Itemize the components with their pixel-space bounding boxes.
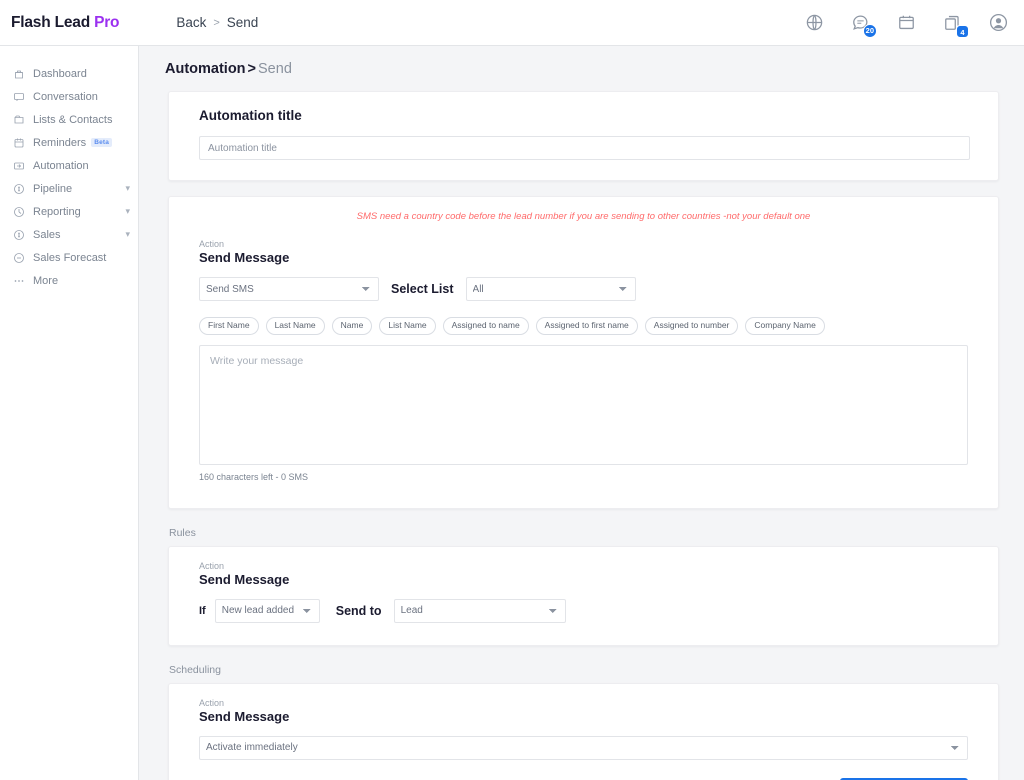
schedule-select[interactable]: Activate immediately <box>199 735 968 760</box>
merge-tag-chip[interactable]: Last Name <box>265 317 325 335</box>
character-counter: 160 characters left - 0 SMS <box>199 471 309 482</box>
app-logo[interactable]: Flash Lead Pro <box>11 13 120 32</box>
sidebar-item-reporting[interactable]: Reporting ▾ <box>0 200 138 223</box>
scheduling-card: Action Send Message Activate immediately… <box>168 682 999 780</box>
logo-primary-text: Flash Lead <box>11 13 90 31</box>
sidebar-item-dashboard[interactable]: Dashboard <box>0 62 138 85</box>
sidebar-item-conversation[interactable]: Conversation <box>0 85 138 108</box>
automation-title-card: Automation title <box>168 91 999 181</box>
action-label: Action <box>199 697 225 708</box>
calendar-icon[interactable] <box>894 11 918 35</box>
sidebar-label: Dashboard <box>33 67 87 80</box>
globe-icon[interactable] <box>802 11 826 35</box>
action-title: Send Message <box>199 250 290 266</box>
breadcrumb-root[interactable]: Automation <box>165 61 246 77</box>
send-to-select[interactable]: Lead <box>393 598 566 623</box>
merge-tag-chip[interactable]: Assigned to name <box>442 317 529 335</box>
chevron-down-icon[interactable]: ▾ <box>125 207 130 216</box>
merge-tag-chip[interactable]: First Name <box>199 317 259 335</box>
reminders-icon <box>12 136 25 149</box>
action-title: Send Message <box>199 708 290 724</box>
sidebar-label: Pipeline <box>33 182 73 195</box>
sidebar-label: Sales Forecast <box>33 251 107 264</box>
merge-tag-chips: First Name Last Name Name List Name Assi… <box>199 317 968 335</box>
message-textarea[interactable] <box>199 344 968 465</box>
scheduling-section-heading: Scheduling <box>169 663 221 676</box>
copy-badge: 4 <box>956 24 969 38</box>
action-type-select[interactable]: Send SMS <box>199 277 379 302</box>
sidebar-item-more[interactable]: More <box>0 269 138 292</box>
sales-forecast-icon <box>12 251 25 264</box>
action-label: Action <box>199 560 225 571</box>
more-icon <box>12 274 25 287</box>
account-icon[interactable] <box>986 11 1010 35</box>
breadcrumb-separator-icon: > <box>213 16 220 29</box>
sidebar-item-pipeline[interactable]: Pipeline ▾ <box>0 177 138 200</box>
logo-accent-text: Pro <box>94 13 120 31</box>
top-bar: Flash Lead Pro Back > Send 20 4 <box>0 0 1024 46</box>
sidebar-label: Conversation <box>33 90 98 103</box>
chat-icon[interactable]: 20 <box>848 11 877 38</box>
sidebar-label: Reminders <box>33 136 87 149</box>
sidebar-label: Lists & Contacts <box>33 113 113 126</box>
automation-icon <box>12 159 25 172</box>
send-to-label: Send to <box>335 603 382 618</box>
merge-tag-chip[interactable]: List Name <box>379 317 436 335</box>
conversation-icon <box>12 90 25 103</box>
main-content: Automation>Send Automation title SMS nee… <box>139 46 1024 780</box>
trigger-select[interactable]: New lead added <box>214 598 320 623</box>
rule-row: If New lead added Send to Lead <box>199 598 968 623</box>
chevron-down-icon[interactable]: ▾ <box>125 230 130 239</box>
breadcrumb-current: Send <box>226 15 259 30</box>
copy-icon[interactable]: 4 <box>940 11 969 38</box>
merge-tag-chip[interactable]: Assigned to number <box>644 317 739 335</box>
sidebar: Dashboard Conversation Lists & Contacts … <box>0 46 139 780</box>
sidebar-label: Automation <box>33 159 89 172</box>
sidebar-label: Reporting <box>33 205 81 218</box>
merge-tag-chip[interactable]: Company Name <box>745 317 825 335</box>
pipeline-icon <box>12 182 25 195</box>
top-breadcrumb: Back > Send <box>176 15 258 30</box>
sidebar-item-automation[interactable]: Automation <box>0 154 138 177</box>
back-link[interactable]: Back <box>176 15 206 30</box>
select-list-label: Select List <box>391 282 454 297</box>
chevron-down-icon[interactable]: ▾ <box>125 184 130 193</box>
rules-section-heading: Rules <box>169 526 196 539</box>
automation-title-input[interactable] <box>199 136 970 160</box>
sidebar-item-lists-contacts[interactable]: Lists & Contacts <box>0 108 138 131</box>
dashboard-icon <box>12 67 25 80</box>
page-title: Automation title <box>199 108 302 123</box>
lists-contacts-icon <box>12 113 25 126</box>
sidebar-item-reminders[interactable]: Reminders Beta <box>0 131 138 154</box>
sidebar-label: More <box>33 274 59 287</box>
breadcrumb-current: Send <box>258 61 292 77</box>
action-title: Send Message <box>199 571 290 587</box>
action-selectors-row: Send SMS Select List All <box>199 277 968 302</box>
breadcrumb-separator: > <box>247 61 257 77</box>
action-label: Action <box>199 239 225 250</box>
merge-tag-chip[interactable]: Assigned to first name <box>535 317 638 335</box>
reporting-icon <box>12 205 25 218</box>
sidebar-label: Sales <box>33 228 61 241</box>
chat-badge: 20 <box>862 23 877 38</box>
merge-tag-chip[interactable]: Name <box>331 317 373 335</box>
list-select[interactable]: All <box>465 277 636 302</box>
rules-card: Action Send Message If New lead added Se… <box>168 545 999 646</box>
status-badge: Beta <box>91 137 113 148</box>
top-icon-group: 20 4 <box>802 11 1010 38</box>
breadcrumb: Automation > Send <box>165 61 1024 77</box>
sidebar-item-sales[interactable]: Sales ▾ <box>0 223 138 246</box>
sales-icon <box>12 228 25 241</box>
sidebar-item-sales-forecast[interactable]: Sales Forecast <box>0 246 138 269</box>
sms-country-code-warning: SMS need a country code before the lead … <box>356 211 811 222</box>
if-label: If <box>199 604 206 617</box>
action-card: SMS need a country code before the lead … <box>168 196 999 509</box>
